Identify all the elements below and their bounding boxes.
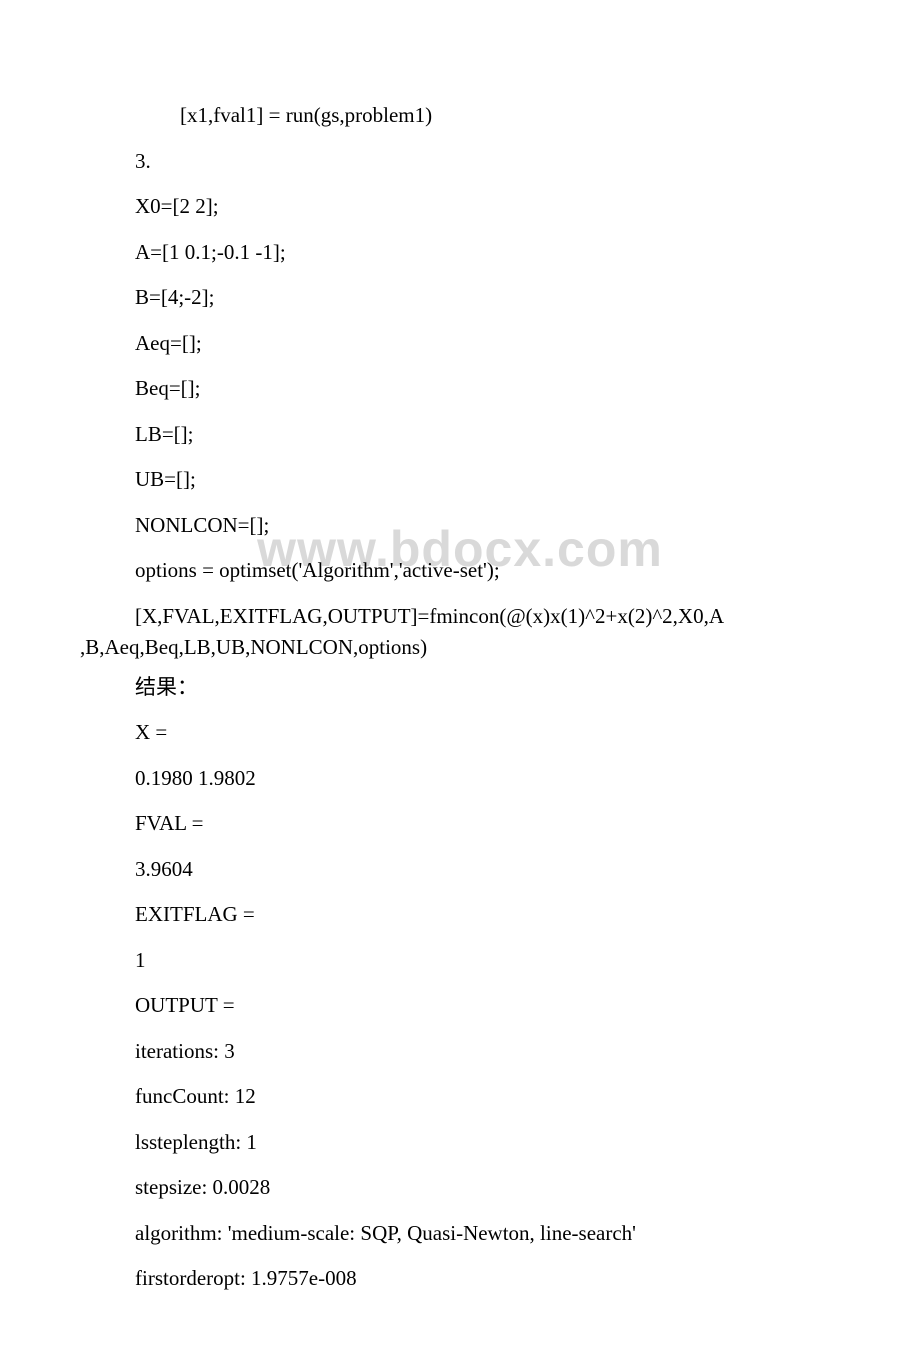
code-line: [x1,fval1] = run(gs,problem1): [80, 100, 840, 132]
wrap-part-1: [X,FVAL,EXITFLAG,OUTPUT]=fmincon(@(x)x(1…: [80, 601, 840, 633]
output-line: X =: [80, 717, 840, 749]
output-line: 1: [80, 945, 840, 977]
output-line: funcCount: 12: [80, 1081, 840, 1113]
output-line: algorithm: 'medium-scale: SQP, Quasi-New…: [80, 1218, 840, 1250]
wrap-part-2: ,B,Aeq,Beq,LB,UB,NONLCON,options): [80, 632, 840, 664]
code-line: UB=[];: [80, 464, 840, 496]
code-line-wrapped: [X,FVAL,EXITFLAG,OUTPUT]=fmincon(@(x)x(1…: [80, 601, 840, 664]
output-line: EXITFLAG =: [80, 899, 840, 931]
code-line: NONLCON=[];: [80, 510, 840, 542]
code-line: X0=[2 2];: [80, 191, 840, 223]
output-line: OUTPUT =: [80, 990, 840, 1022]
code-line: LB=[];: [80, 419, 840, 451]
code-line: A=[1 0.1;-0.1 -1];: [80, 237, 840, 269]
output-line: firstorderopt: 1.9757e-008: [80, 1263, 840, 1295]
code-line: 3.: [80, 146, 840, 178]
output-line: 0.1980 1.9802: [80, 763, 840, 795]
code-line: Beq=[];: [80, 373, 840, 405]
text-content: [x1,fval1] = run(gs,problem1) 3. X0=[2 2…: [80, 100, 840, 1295]
output-line: stepsize: 0.0028: [80, 1172, 840, 1204]
code-line: B=[4;-2];: [80, 282, 840, 314]
code-line: Aeq=[];: [80, 328, 840, 360]
output-line: lssteplength: 1: [80, 1127, 840, 1159]
output-line: FVAL =: [80, 808, 840, 840]
code-line: options = optimset('Algorithm','active-s…: [80, 555, 840, 587]
document-page: www.bdocx.com [x1,fval1] = run(gs,proble…: [0, 0, 920, 1369]
output-line: 3.9604: [80, 854, 840, 886]
result-label: 结果：: [80, 672, 840, 704]
output-line: iterations: 3: [80, 1036, 840, 1068]
